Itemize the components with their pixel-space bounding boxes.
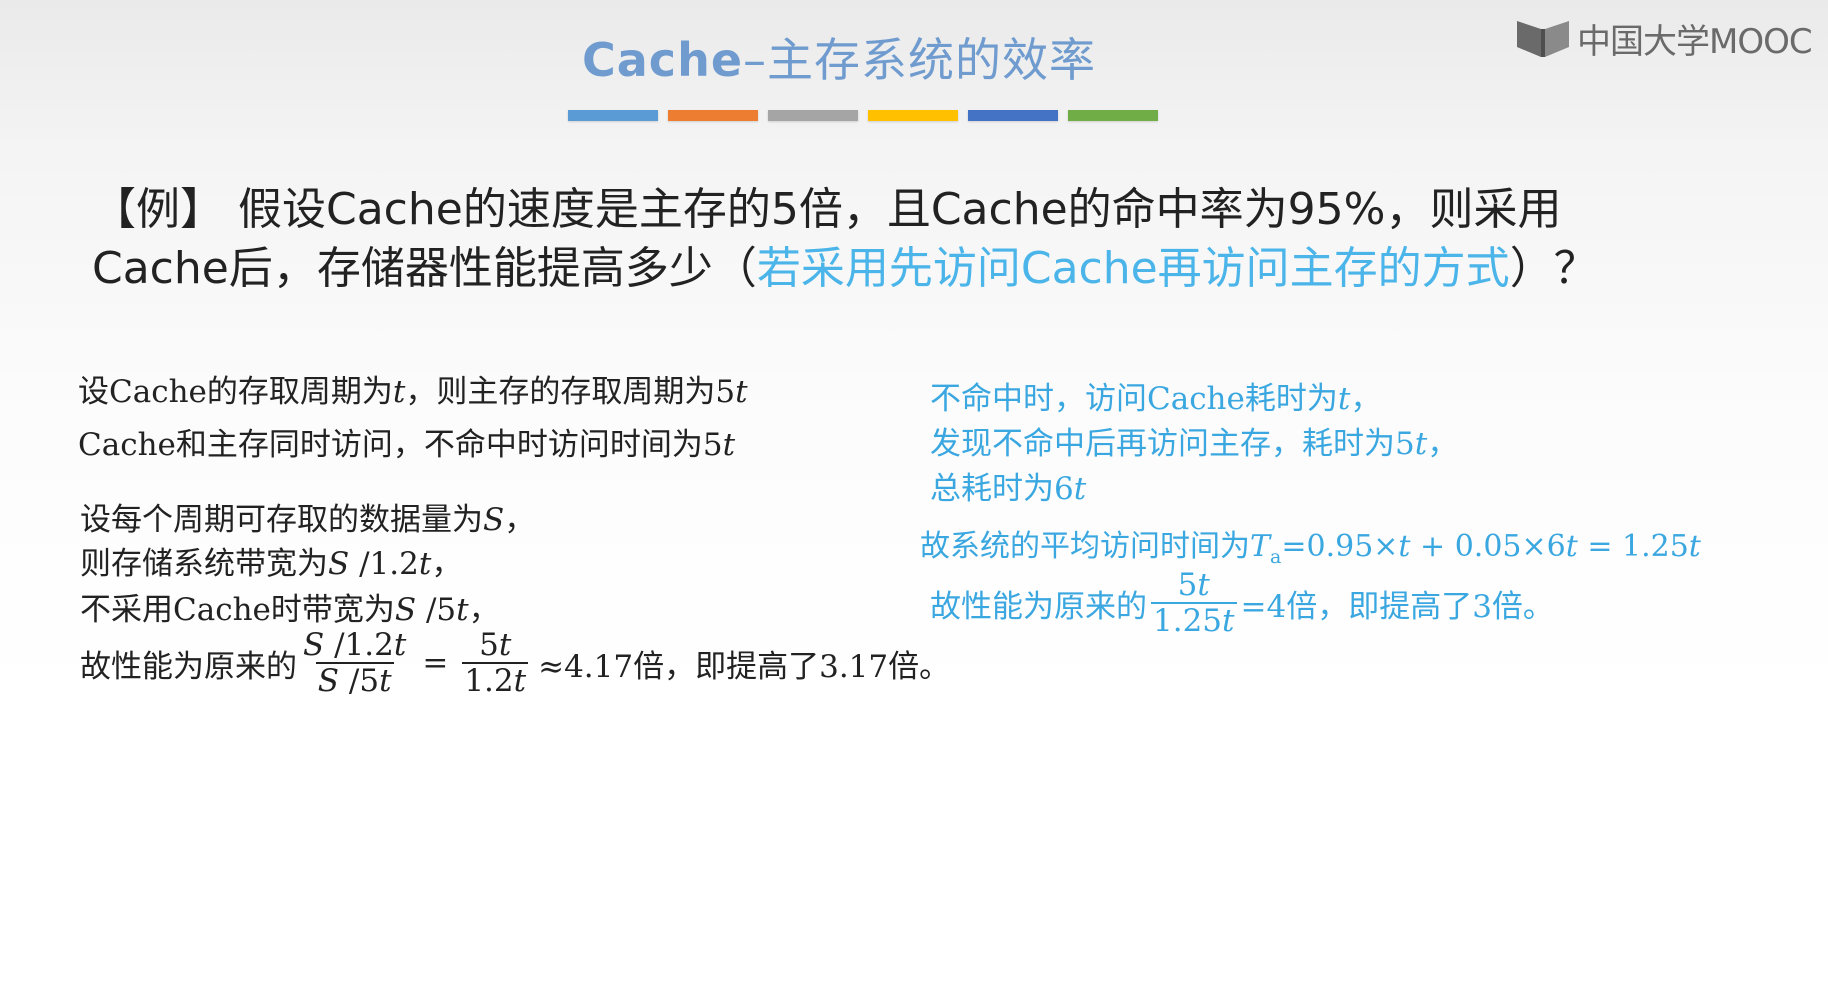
color-segment xyxy=(868,110,958,121)
text-segment: 故性能为原来的 xyxy=(80,648,297,685)
var-t: t xyxy=(1222,603,1235,639)
text-segment: 不采用Cache时带宽为 xyxy=(80,592,395,628)
var-s: S xyxy=(317,663,340,699)
text-segment: ， xyxy=(504,502,536,538)
title-suffix: –主存系统的效率 xyxy=(743,33,1097,87)
logo-text: 中国大学MOOC xyxy=(1577,22,1813,62)
text-segment: 则存储系统带宽为 xyxy=(80,546,328,582)
right-line-4: 故系统的平均访问时间为Ta=0.95×t + 0.05×6t = 1.25t xyxy=(920,521,1701,568)
text-segment: ，则主存的存取周期为5 xyxy=(405,374,736,410)
color-segment xyxy=(668,110,758,121)
fraction-performance: 5t 1.25t xyxy=(1151,568,1237,638)
var-t: t xyxy=(735,374,748,410)
var-s: S xyxy=(483,502,505,538)
var-t: t xyxy=(1414,426,1428,462)
fraction-bandwidth-ratio: S /1.2t S /5t xyxy=(301,628,408,698)
var-t: t xyxy=(513,663,527,699)
fraction-denominator: 1.2t xyxy=(462,662,529,699)
title-color-bar xyxy=(568,110,1158,121)
var-t: t xyxy=(1337,381,1351,417)
text-segment: 设每个周期可存取的数据量为 xyxy=(80,502,483,538)
color-segment xyxy=(568,110,658,121)
result-text: ≈4.17倍，即提高了3.17倍。 xyxy=(538,648,951,685)
color-segment xyxy=(1068,110,1158,121)
var-s: S xyxy=(303,627,325,663)
right-line-2: 发现不命中后再访问主存，耗时为5t， xyxy=(930,418,1458,463)
var-t: t xyxy=(393,627,407,663)
var-t: t xyxy=(392,374,406,410)
text-segment: ， xyxy=(468,592,500,628)
problem-statement: 【例】 假设Cache的速度是主存的5倍，且Cache的命中率为95%，则采用C… xyxy=(92,180,1672,298)
var-T: T xyxy=(1250,529,1271,564)
text-segment: 故性能为原来的 xyxy=(930,588,1147,625)
text-segment: + 0.05×6 xyxy=(1410,529,1566,564)
text-segment: /5 xyxy=(339,663,380,699)
left-line-3: 设每个周期可存取的数据量为S， xyxy=(80,494,535,539)
right-line-3: 总耗时为6t xyxy=(930,463,1086,508)
var-t: t xyxy=(1197,567,1210,603)
left-line-1: 设Cache的存取周期为t，则主存的存取周期为5t xyxy=(78,366,748,411)
text-segment: 1.25 xyxy=(1153,603,1223,639)
slide-title: Cache–主存系统的效率 xyxy=(582,24,1096,90)
left-line-5: 不采用Cache时带宽为S /5t， xyxy=(80,584,500,629)
var-t: t xyxy=(418,546,432,582)
text-segment: 不命中时，访问Cache耗时为 xyxy=(930,381,1338,417)
var-s: S xyxy=(328,546,350,582)
text-segment: 设Cache的存取周期为 xyxy=(78,374,393,410)
left-line-2: Cache和主存同时访问，不命中时访问时间为5t xyxy=(78,419,735,464)
text-segment: =0.95× xyxy=(1281,529,1399,564)
text-segment: /1.2 xyxy=(324,627,394,663)
problem-tail: ）？ xyxy=(1509,243,1598,294)
text-segment: 故系统的平均访问时间为 xyxy=(920,529,1250,564)
right-line-1: 不命中时，访问Cache耗时为t， xyxy=(930,373,1381,418)
var-t: t xyxy=(1688,529,1701,564)
text-segment: ， xyxy=(431,546,463,582)
text-segment: ， xyxy=(1350,381,1382,417)
fraction-simplified: 5t 1.2t xyxy=(462,628,529,699)
var-t: t xyxy=(456,592,469,628)
result-text: =4倍，即提高了3倍。 xyxy=(1240,588,1554,625)
var-t: t xyxy=(1565,529,1578,564)
fraction-numerator: 5t xyxy=(1176,568,1212,602)
text-segment: Cache和主存同时访问，不命中时访问时间为5 xyxy=(78,427,723,463)
text-segment: 发现不命中后再访问主存，耗时为5 xyxy=(930,426,1415,462)
left-line-4: 则存储系统带宽为S /1.2t， xyxy=(80,538,462,583)
fraction-numerator: 5t xyxy=(477,628,513,662)
problem-highlight: 若采用先访问Cache再访问主存的方式 xyxy=(756,243,1510,294)
text-segment: = 1.25 xyxy=(1577,529,1689,564)
fraction-numerator: S /1.2t xyxy=(301,628,408,662)
text-segment: 总耗时为6 xyxy=(930,471,1074,507)
mooc-book-icon xyxy=(1515,17,1573,61)
var-t: t xyxy=(498,627,512,663)
fraction-denominator: 1.25t xyxy=(1151,602,1237,638)
var-s: S xyxy=(394,592,417,628)
text-segment: ， xyxy=(1427,426,1459,462)
subscript-a: a xyxy=(1270,546,1282,568)
var-t: t xyxy=(1073,471,1087,507)
left-line-6: 故性能为原来的 S /1.2t S /5t = 5t 1.2t ≈4.17倍，即… xyxy=(80,628,950,698)
text-segment: 5 xyxy=(479,627,499,663)
title-prefix: Cache xyxy=(582,33,744,87)
right-line-5: 故性能为原来的 5t 1.25t =4倍，即提高了3倍。 xyxy=(930,568,1554,638)
text-segment: /1.2 xyxy=(349,546,419,582)
fraction-denominator: S /5t xyxy=(315,662,394,699)
equals-sign: = xyxy=(422,645,449,681)
color-segment xyxy=(768,110,858,121)
text-segment: 1.2 xyxy=(464,663,514,699)
var-t: t xyxy=(1398,529,1411,564)
var-t: t xyxy=(722,427,736,463)
mooc-logo: 中国大学MOOC xyxy=(1515,14,1813,63)
text-segment: /5 xyxy=(416,592,457,628)
text-segment: 5 xyxy=(1177,567,1198,603)
var-t: t xyxy=(379,663,392,699)
color-segment xyxy=(968,110,1058,121)
